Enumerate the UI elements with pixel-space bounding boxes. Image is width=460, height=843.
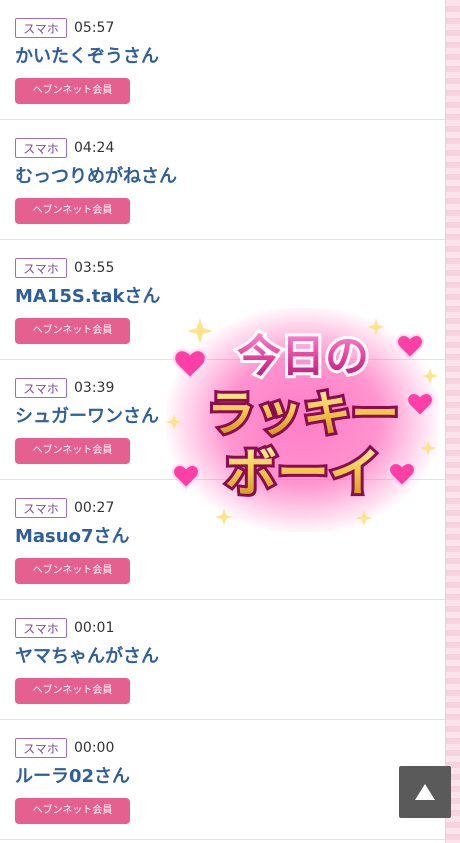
visitor-row[interactable]: スマホ 00:01 ヤマちゃんがさん ヘブンネット会員 [0,600,446,720]
device-badge: スマホ [15,258,67,278]
device-badge: スマホ [15,18,67,38]
overlay-line-3: ボーイ [225,444,381,504]
visit-time: 00:00 [74,740,115,756]
lucky-boy-sticker: 今日の ラッキー ボーイ [166,308,440,532]
decorative-side-stripe [445,0,460,843]
visit-time: 00:01 [74,620,115,636]
visit-time: 03:55 [74,260,115,276]
device-badge: スマホ [15,738,67,758]
triangle-up-icon [415,784,435,800]
member-badge: ヘブンネット会員 [15,558,130,584]
member-badge: ヘブンネット会員 [15,438,130,464]
device-badge: スマホ [15,618,67,638]
visitor-row[interactable]: スマホ 04:24 むっつりめがねさん ヘブンネット会員 [0,120,446,240]
device-badge: スマホ [15,138,67,158]
member-badge: ヘブンネット会員 [15,198,130,224]
visitor-name[interactable]: かいたくぞうさん [15,44,159,70]
visitor-name[interactable]: ヤマちゃんがさん [15,644,159,670]
member-badge: ヘブンネット会員 [15,678,130,704]
visitor-name[interactable]: むっつりめがねさん [15,164,177,190]
visitor-row[interactable]: スマホ 00:00 ルーラ02さん ヘブンネット会員 [0,720,446,840]
visitor-name[interactable]: ルーラ02さん [15,764,130,790]
visit-time: 04:24 [74,140,115,156]
overlay-line-2: ラッキー [207,386,399,442]
visitor-row[interactable]: スマホ 05:57 かいたくぞうさん ヘブンネット会員 [0,0,446,120]
visitor-name[interactable]: Masuo7さん [15,524,129,550]
device-badge: スマホ [15,498,67,518]
visit-time: 03:39 [74,380,115,396]
visit-time: 05:57 [74,20,115,36]
device-badge: スマホ [15,378,67,398]
visitor-name[interactable]: MA15S.takさん [15,284,160,310]
visit-time: 00:27 [74,500,115,516]
overlay-line-1: 今日の [237,331,369,382]
scroll-to-top-button[interactable] [399,766,451,818]
member-badge: ヘブンネット会員 [15,318,130,344]
visitor-name[interactable]: シュガーワンさん [15,404,159,430]
member-badge: ヘブンネット会員 [15,78,130,104]
member-badge: ヘブンネット会員 [15,798,130,824]
